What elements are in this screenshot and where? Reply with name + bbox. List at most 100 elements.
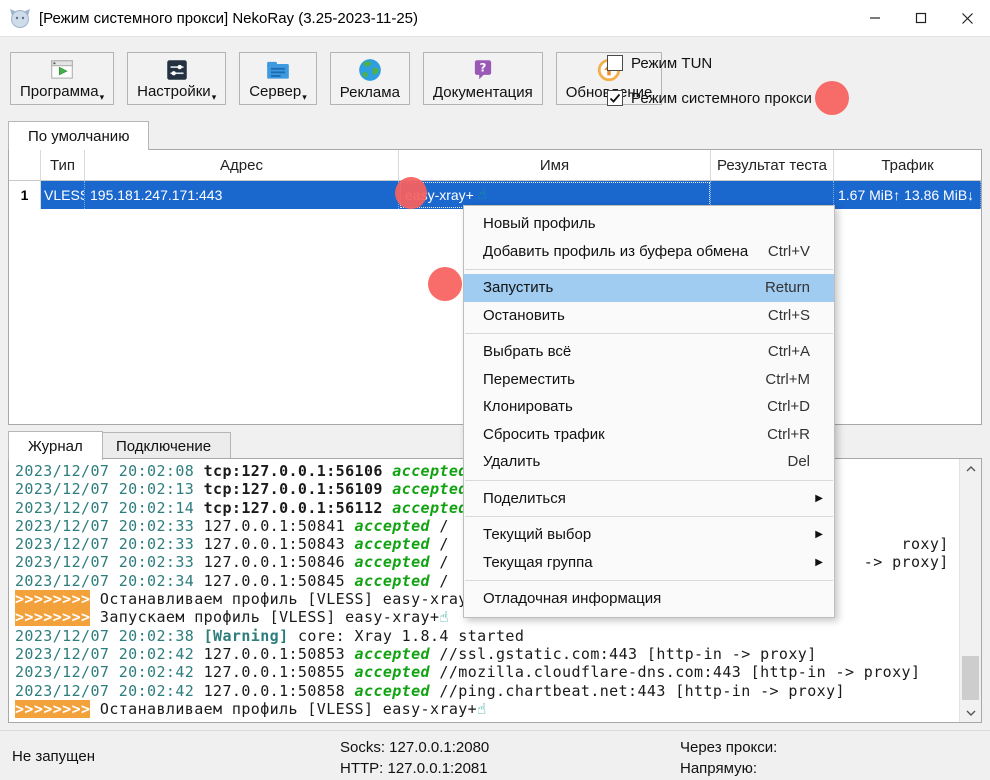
menu-item-delete[interactable]: УдалитьDel <box>464 448 834 476</box>
menu-separator <box>465 480 833 481</box>
scrollbar-thumb[interactable] <box>962 656 979 700</box>
annotation-circle-1 <box>815 81 849 115</box>
maximize-button[interactable] <box>898 0 944 36</box>
annotation-circle-3 <box>428 267 462 301</box>
menu-item-move[interactable]: ПереместитьCtrl+M <box>464 366 834 394</box>
menu-item-shortcut: Ctrl+A <box>768 343 810 360</box>
log-line: 2023/12/07 20:02:42 127.0.0.1:50858 acce… <box>15 682 958 700</box>
menu-item-label: Добавить профиль из буфера обмена <box>483 243 768 260</box>
menu-item-share[interactable]: Поделиться ▶ <box>464 485 834 513</box>
log-line: >>>>>>>> Останавливаем профиль [VLESS] e… <box>15 700 958 718</box>
log-line: 2023/12/07 20:02:42 127.0.0.1:50853 acce… <box>15 645 958 663</box>
menu-item-shortcut: Ctrl+R <box>767 426 810 443</box>
toolbar-button-label: Сервер▾ <box>249 83 307 102</box>
menu-item-debug-info[interactable]: Отладочная информация <box>464 585 834 613</box>
pointing-hand-icon: ☝ <box>477 700 487 718</box>
toolbar: Программа▾ Настройки▾ Сервер▾ Реклама?Докум… <box>10 52 662 105</box>
menu-item-start[interactable]: ЗапуститьReturn <box>464 274 834 302</box>
dropdown-arrow-icon: ▾ <box>212 92 217 102</box>
menu-separator <box>465 333 833 334</box>
menu-item-shortcut: Ctrl+V <box>768 243 810 260</box>
settings-icon <box>164 56 190 83</box>
checkbox-tun-mode-box[interactable] <box>607 55 623 71</box>
close-button[interactable] <box>944 0 990 36</box>
window-title: [Режим системного прокси] NekoRay (3.25-… <box>39 10 418 27</box>
log-line: 2023/12/07 20:02:42 127.0.0.1:50855 acce… <box>15 663 958 681</box>
status-bar: Не запущен Socks: 127.0.0.1:2080 HTTP: 1… <box>0 730 990 780</box>
toolbar-button-server[interactable]: Сервер▾ <box>239 52 317 105</box>
traffic-cell[interactable]: 1.67 MiB↑ 13.86 MiB↓ <box>834 181 981 209</box>
tab-default-group-label: По умолчанию <box>28 128 129 145</box>
status-state: Не запущен <box>12 748 95 765</box>
column-header-3[interactable]: Имя <box>399 150 711 180</box>
title-bar: [Режим системного прокси] NekoRay (3.25-… <box>0 0 990 37</box>
menu-item-label: Остановить <box>483 307 768 324</box>
menu-separator <box>465 580 833 581</box>
checkbox-system-proxy-mode-box[interactable] <box>607 90 623 106</box>
column-header-2[interactable]: Адрес <box>85 150 399 180</box>
menu-item-label: Переместить <box>483 371 765 388</box>
status-via-proxy: Через прокси: <box>680 737 777 758</box>
annotation-circle-2 <box>395 177 427 209</box>
menu-item-current-selection[interactable]: Текущий выбор▶ <box>464 521 834 549</box>
menu-item-label: Выбрать всё <box>483 343 768 360</box>
row-number-header <box>9 150 41 180</box>
status-socks: Socks: 127.0.0.1:2080 <box>340 737 489 758</box>
menu-item-stop[interactable]: ОстановитьCtrl+S <box>464 302 834 330</box>
server-icon <box>265 56 291 83</box>
menu-item-label: Удалить <box>483 453 787 470</box>
log-line: 2023/12/07 20:02:38 [Warning] core: Xray… <box>15 627 958 645</box>
menu-item-shortcut: Del <box>787 453 810 470</box>
scroll-up-icon[interactable] <box>960 459 981 478</box>
app-window: [Режим системного прокси] NekoRay (3.25-… <box>0 0 990 780</box>
checkbox-tun-mode[interactable]: Режим TUN <box>607 53 712 73</box>
toolbar-button-ads[interactable]: Реклама <box>330 52 410 105</box>
minimize-button[interactable] <box>852 0 898 36</box>
toolbar-button-settings[interactable]: Настройки▾ <box>127 52 226 105</box>
menu-separator <box>465 516 833 517</box>
tab-connections-label: Подключение <box>116 438 211 455</box>
log-scrollbar[interactable] <box>959 459 981 722</box>
menu-item-reset-traffic[interactable]: Сбросить трафикCtrl+R <box>464 421 834 449</box>
pointing-hand-icon: ☝ <box>478 187 487 203</box>
checkbox-system-proxy-mode[interactable]: Режим системного прокси <box>607 88 812 108</box>
column-header-1[interactable]: Тип <box>41 150 85 180</box>
menu-item-clone[interactable]: КлонироватьCtrl+D <box>464 393 834 421</box>
address-cell[interactable]: 195.181.247.171:443 <box>85 181 399 209</box>
menu-item-select-all[interactable]: Выбрать всёCtrl+A <box>464 338 834 366</box>
type-cell[interactable]: VLESS <box>41 181 85 209</box>
tab-connections[interactable]: Подключение <box>96 432 231 459</box>
submenu-arrow-icon: ▶ <box>815 493 823 504</box>
status-direct: Напрямую: <box>680 758 777 779</box>
column-header-4[interactable]: Результат теста <box>711 150 834 180</box>
log-badge: >>>>>>>> <box>15 590 90 608</box>
tab-log[interactable]: Журнал <box>8 431 103 460</box>
menu-item-shortcut: Ctrl+M <box>765 371 810 388</box>
menu-item-label: Сбросить трафик <box>483 426 767 443</box>
scroll-down-icon[interactable] <box>960 703 981 722</box>
toolbar-button-documentation[interactable]: ?Документация <box>423 52 543 105</box>
checkbox-system-proxy-mode-label: Режим системного прокси <box>631 90 812 107</box>
menu-item-add-profile-from-clipboard[interactable]: Добавить профиль из буфера обменаCtrl+V <box>464 238 834 266</box>
menu-item-new-profile[interactable]: Новый профиль <box>464 210 834 238</box>
menu-item-label: Отладочная информация <box>483 590 810 607</box>
menu-item-label: Новый профиль <box>483 215 810 232</box>
row-number-cell[interactable]: 1 <box>9 181 41 209</box>
menu-item-label: Поделиться <box>483 490 810 507</box>
toolbar-button-label: Настройки▾ <box>137 83 216 102</box>
menu-item-label: Клонировать <box>483 398 767 415</box>
toolbar-button-program[interactable]: Программа▾ <box>10 52 114 105</box>
tab-default-group[interactable]: По умолчанию <box>8 121 149 150</box>
program-icon <box>49 56 75 83</box>
ads-icon <box>357 56 383 84</box>
submenu-arrow-icon: ▶ <box>815 529 823 540</box>
menu-item-current-group[interactable]: Текущая группа▶ <box>464 549 834 577</box>
context-menu: Новый профиль Добавить профиль из буфера … <box>463 205 835 618</box>
menu-item-label: Запустить <box>483 279 765 296</box>
log-badge: >>>>>>>> <box>15 700 90 718</box>
status-http: HTTP: 127.0.0.1:2081 <box>340 758 489 779</box>
table-header-row: ТипАдресИмяРезультат тестаТрафик <box>9 150 981 181</box>
svg-text:?: ? <box>479 61 486 75</box>
column-header-5[interactable]: Трафик <box>834 150 981 180</box>
tab-log-label: Журнал <box>28 438 83 455</box>
